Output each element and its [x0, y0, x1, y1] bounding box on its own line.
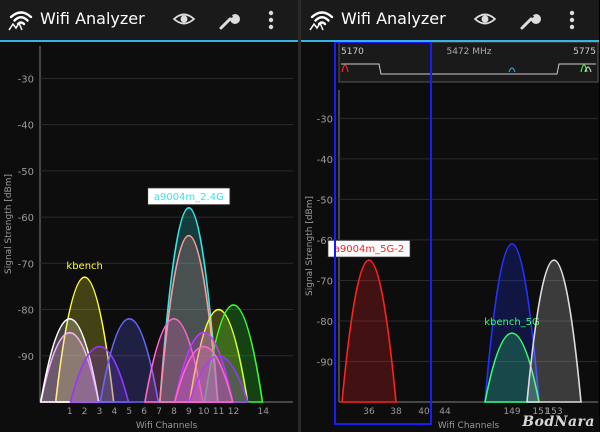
x-tick-label: 4	[112, 407, 118, 417]
y-tick-label: -30	[18, 74, 34, 85]
y-tick-label: -40	[317, 155, 333, 166]
x-tick-label: 11	[213, 407, 224, 417]
x-axis-label: Wifi Channels	[136, 421, 198, 431]
wifi-logo-icon	[309, 11, 334, 31]
overview-end-label: 5775	[573, 47, 596, 57]
overview-start-label: 5170	[341, 47, 364, 57]
channel-graph-2-4ghz: -30 -40 -50 -60 -70 -80 -90 Signal Strength [dB…	[4, 46, 293, 431]
x-tick-label: 14	[258, 407, 270, 417]
eye-icon[interactable]	[474, 10, 496, 28]
channel-graph-5ghz: 5170 5472 MHz 5775-30-40-50-60-70-80-90Sig…	[305, 42, 599, 431]
x-tick-label: 44	[439, 407, 451, 417]
eye-icon[interactable]	[173, 10, 195, 28]
network-label: kbench_5G	[484, 317, 540, 328]
app-title: Wifi Analyzer	[341, 9, 446, 28]
action-bar: Wifi Analyzer	[0, 0, 298, 42]
network-label: kbench	[66, 261, 102, 272]
y-tick-label: -90	[317, 357, 333, 368]
network-label: a9004m_2.4G	[154, 192, 224, 203]
x-tick-label: 1	[67, 407, 73, 417]
right-panel: Wifi Analyzer 5170 5472 MHz 5775 -30 -40 -50 -…	[301, 0, 599, 432]
y-tick-label: -80	[18, 306, 34, 317]
y-tick-label: -50	[317, 195, 333, 206]
x-tick-label: 12	[228, 407, 239, 417]
y-tick-label: -30	[317, 114, 333, 125]
x-tick-label: 6	[141, 407, 147, 417]
y-tick-label: -80	[317, 317, 333, 328]
x-tick-label: 3	[97, 407, 103, 417]
x-tick-label: 10	[198, 407, 210, 417]
action-bar: Wifi Analyzer	[301, 0, 599, 42]
y-axis-label: Signal Strength [dBm]	[305, 196, 315, 296]
x-tick-label: 2	[82, 407, 88, 417]
wrench-icon[interactable]	[518, 8, 542, 32]
overflow-menu-icon[interactable]	[268, 10, 274, 30]
y-tick-label: -50	[18, 167, 34, 178]
y-axis-label: Signal Strength [dBm]	[4, 174, 14, 274]
watermark: BodNara	[522, 414, 595, 430]
app-title: Wifi Analyzer	[40, 9, 145, 28]
x-tick-label: 40	[418, 407, 430, 417]
y-tick-label: -70	[317, 276, 333, 287]
y-tick-label: -90	[18, 352, 34, 363]
x-tick-label: 38	[390, 407, 402, 417]
wrench-icon[interactable]	[217, 8, 241, 32]
y-tick-label: -60	[18, 213, 34, 224]
x-axis-label: Wifi Channels	[438, 421, 500, 431]
wifi-logo-icon	[8, 11, 33, 31]
y-tick-label: -70	[18, 259, 34, 270]
overflow-menu-icon[interactable]	[569, 10, 575, 30]
x-tick-label: 9	[186, 407, 192, 417]
network-label: a9004m_5G-2	[334, 244, 404, 255]
x-tick-label: 5	[126, 407, 132, 417]
x-tick-label: 7	[156, 407, 162, 417]
overview-center-label: 5472 MHz	[446, 47, 491, 57]
y-tick-label: -40	[18, 121, 34, 132]
left-panel: Wifi Analyzer -30 -40 -50 -60 -70 -80 -90 Signa…	[0, 0, 298, 432]
x-tick-label: 36	[363, 407, 375, 417]
x-tick-label: 8	[171, 407, 177, 417]
x-tick-label: 149	[503, 407, 520, 417]
